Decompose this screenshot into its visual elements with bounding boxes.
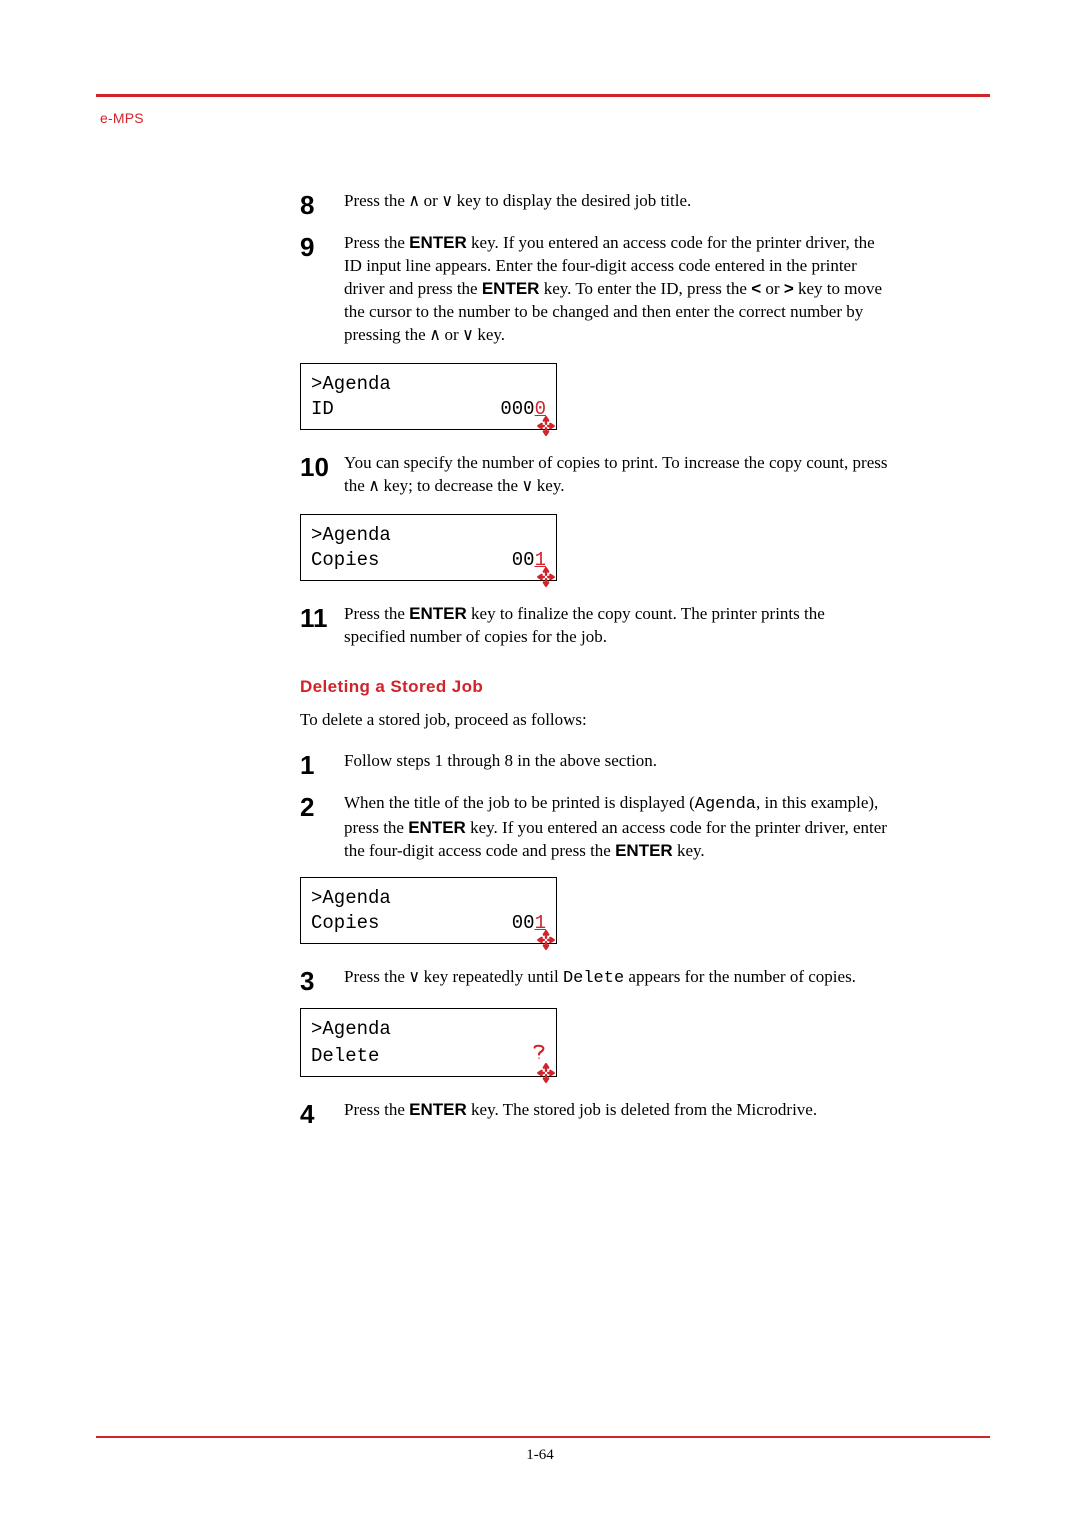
lcd-display-delete: >Agenda Delete bbox=[300, 1008, 557, 1077]
lcd-display-copies-2: >Agenda Copies 001 bbox=[300, 877, 557, 944]
step-number: 9 bbox=[300, 234, 344, 260]
lcd-line2-left: ID bbox=[311, 397, 334, 423]
steps-group-d: 1Follow steps 1 through 8 in the above s… bbox=[300, 750, 890, 863]
step: 10You can specify the number of copies t… bbox=[300, 452, 890, 500]
step-number: 1 bbox=[300, 752, 344, 778]
lcd-line2-left: Copies bbox=[311, 911, 379, 937]
step-number: 4 bbox=[300, 1101, 344, 1127]
page-number: 1-64 bbox=[0, 1447, 1080, 1464]
spinner-icon bbox=[533, 413, 559, 439]
steps-group-b: 10You can specify the number of copies t… bbox=[300, 452, 890, 500]
content-column: 8Press the ∧ or ∨ key to display the des… bbox=[300, 190, 890, 1141]
header-label: e-MPS bbox=[100, 110, 144, 126]
step: 2When the title of the job to be printed… bbox=[300, 792, 890, 863]
step-number: 8 bbox=[300, 192, 344, 218]
step-body: You can specify the number of copies to … bbox=[344, 452, 890, 500]
lcd-line2: Delete bbox=[311, 1043, 546, 1070]
steps-group-f: 4Press the ENTER key. The stored job is … bbox=[300, 1099, 890, 1127]
section-intro: To delete a stored job, proceed as follo… bbox=[300, 709, 890, 732]
step: 9Press the ENTER key. If you entered an … bbox=[300, 232, 890, 349]
lcd-line1: >Agenda bbox=[311, 372, 546, 398]
step-number: 2 bbox=[300, 794, 344, 820]
lcd-line2: ID 0000 bbox=[311, 397, 546, 423]
bottom-rule bbox=[96, 1436, 990, 1438]
step-number: 11 bbox=[300, 605, 344, 631]
step: 3Press the ∨ key repeatedly until Delete… bbox=[300, 966, 890, 994]
lcd-plain: 00 bbox=[512, 549, 535, 571]
steps-group-c: 11Press the ENTER key to finalize the co… bbox=[300, 603, 890, 649]
step-number: 10 bbox=[300, 454, 344, 480]
lcd-plain: 00 bbox=[512, 912, 535, 934]
lcd-line2-left: Delete bbox=[311, 1044, 379, 1070]
spinner-icon bbox=[533, 1060, 559, 1086]
steps-group-e: 3Press the ∨ key repeatedly until Delete… bbox=[300, 966, 890, 994]
step-body: Press the ENTER key to finalize the copy… bbox=[344, 603, 890, 649]
step-body: When the title of the job to be printed … bbox=[344, 792, 890, 863]
step: 11Press the ENTER key to finalize the co… bbox=[300, 603, 890, 649]
step-body: Press the ∨ key repeatedly until Delete … bbox=[344, 966, 890, 991]
step: 1Follow steps 1 through 8 in the above s… bbox=[300, 750, 890, 778]
spinner-icon bbox=[533, 927, 559, 953]
lcd-display-copies: >Agenda Copies 001 bbox=[300, 514, 557, 581]
spinner-icon bbox=[533, 564, 559, 590]
lcd-line2: Copies 001 bbox=[311, 548, 546, 574]
step-body: Follow steps 1 through 8 in the above se… bbox=[344, 750, 890, 773]
step-body: Press the ENTER key. If you entered an a… bbox=[344, 232, 890, 349]
steps-group-a: 8Press the ∧ or ∨ key to display the des… bbox=[300, 190, 890, 349]
step: 4Press the ENTER key. The stored job is … bbox=[300, 1099, 890, 1127]
lcd-line1: >Agenda bbox=[311, 523, 546, 549]
lcd-line2: Copies 001 bbox=[311, 911, 546, 937]
top-rule bbox=[96, 94, 990, 97]
step: 8Press the ∧ or ∨ key to display the des… bbox=[300, 190, 890, 218]
page: e-MPS 8Press the ∧ or ∨ key to display t… bbox=[0, 0, 1080, 1528]
lcd-plain: 000 bbox=[500, 398, 534, 420]
step-number: 3 bbox=[300, 968, 344, 994]
lcd-line1: >Agenda bbox=[311, 1017, 546, 1043]
step-body: Press the ENTER key. The stored job is d… bbox=[344, 1099, 890, 1122]
section-heading: Deleting a Stored Job bbox=[300, 677, 890, 697]
lcd-line2-left: Copies bbox=[311, 548, 379, 574]
step-body: Press the ∧ or ∨ key to display the desi… bbox=[344, 190, 890, 215]
lcd-line1: >Agenda bbox=[311, 886, 546, 912]
lcd-display-id: >Agenda ID 0000 bbox=[300, 363, 557, 430]
